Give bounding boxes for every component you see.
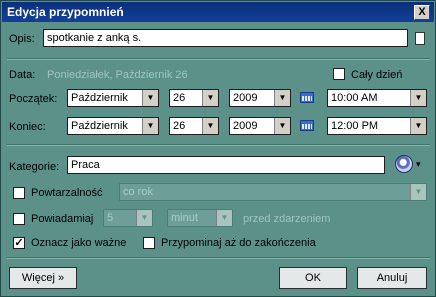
separator	[7, 144, 430, 146]
start-time-value: 10:00 AM	[331, 92, 378, 104]
separator	[7, 58, 430, 60]
start-year-select[interactable]: 2009 ▼	[229, 89, 291, 107]
end-month-value: Październik	[71, 120, 128, 132]
start-month-value: Październik	[71, 92, 128, 104]
repeat-label: Powtarzalność	[31, 187, 103, 199]
end-time-select[interactable]: 12:00 PM ▼	[327, 117, 427, 135]
chevron-down-icon[interactable]: ▾	[416, 159, 421, 170]
notify-checkbox[interactable]	[13, 213, 25, 225]
notify-unit-select[interactable]: minut ▼	[167, 209, 233, 227]
opis-label: Opis:	[9, 33, 35, 45]
chevron-down-icon[interactable]: ▼	[142, 118, 158, 134]
repeat-value: co rok	[123, 186, 153, 198]
end-year-value: 2009	[233, 120, 258, 132]
chevron-down-icon[interactable]: ▼	[410, 184, 426, 200]
start-day-select[interactable]: 26 ▼	[169, 89, 219, 107]
title-bar: Edycja przypomnień X	[2, 2, 434, 22]
notify-amount-select[interactable]: 5 ▼	[103, 209, 153, 227]
opis-value: spotkanie z anką s.	[47, 32, 142, 44]
cancel-button[interactable]: Anuluj	[357, 267, 427, 289]
chevron-down-icon[interactable]: ▼	[136, 210, 152, 226]
important-label: Oznacz jako ważne	[31, 237, 127, 249]
category-label: Kategorie:	[9, 161, 60, 173]
start-day-value: 26	[173, 92, 186, 104]
chevron-down-icon[interactable]: ▼	[142, 90, 158, 106]
ok-button[interactable]: OK	[279, 267, 347, 289]
end-time-value: 12:00 PM	[331, 120, 379, 132]
notify-unit-value: minut	[171, 212, 198, 224]
chevron-down-icon[interactable]: ▼	[202, 118, 218, 134]
chevron-down-icon[interactable]: ▼	[410, 118, 426, 134]
end-month-select[interactable]: Październik ▼	[67, 117, 159, 135]
end-day-select[interactable]: 26 ▼	[169, 117, 219, 135]
category-input[interactable]: Praca	[67, 156, 385, 174]
data-label: Data:	[9, 69, 36, 81]
category-picker-icon[interactable]	[395, 155, 413, 173]
chevron-down-icon[interactable]: ▼	[202, 90, 218, 106]
start-year-value: 2009	[233, 92, 258, 104]
end-label: Koniec:	[9, 121, 46, 133]
notify-label: Powiadamiaj	[31, 213, 94, 225]
start-month-select[interactable]: Październik ▼	[67, 89, 159, 107]
calendar-icon[interactable]	[300, 92, 314, 103]
close-button[interactable]: X	[414, 5, 430, 20]
repeat-checkbox[interactable]	[13, 187, 25, 199]
remind-until-end-label: Przypominaj aż do zakończenia	[161, 237, 316, 249]
chevron-down-icon[interactable]: ▼	[274, 118, 290, 134]
separator	[7, 257, 430, 259]
start-label: Początek:	[9, 93, 58, 105]
date-value: Poniedziałek, Październik 26	[47, 69, 188, 81]
opis-input[interactable]: spotkanie z anką s.	[43, 29, 408, 47]
important-checkbox[interactable]: ✓	[13, 237, 25, 249]
end-day-value: 26	[173, 120, 186, 132]
all-day-checkbox[interactable]	[333, 68, 345, 80]
calendar-icon[interactable]	[300, 120, 314, 131]
more-button[interactable]: Więcej »	[9, 267, 77, 289]
remind-until-end-checkbox[interactable]	[143, 237, 155, 249]
repeat-select[interactable]: co rok ▼	[119, 183, 427, 201]
window-title: Edycja przypomnień	[7, 5, 124, 19]
chevron-down-icon[interactable]: ▼	[216, 210, 232, 226]
notify-amount-value: 5	[107, 212, 114, 224]
chevron-down-icon[interactable]: ▼	[410, 90, 426, 106]
chevron-down-icon[interactable]: ▼	[274, 90, 290, 106]
note-icon[interactable]	[415, 32, 425, 45]
notify-suffix: przed zdarzeniem	[243, 213, 331, 225]
end-year-select[interactable]: 2009 ▼	[229, 117, 291, 135]
start-time-select[interactable]: 10:00 AM ▼	[327, 89, 427, 107]
all-day-label: Cały dzień	[351, 69, 403, 81]
reminder-edit-dialog: Edycja przypomnień X Opis: spotkanie z a…	[0, 0, 436, 297]
category-value: Praca	[71, 159, 100, 171]
